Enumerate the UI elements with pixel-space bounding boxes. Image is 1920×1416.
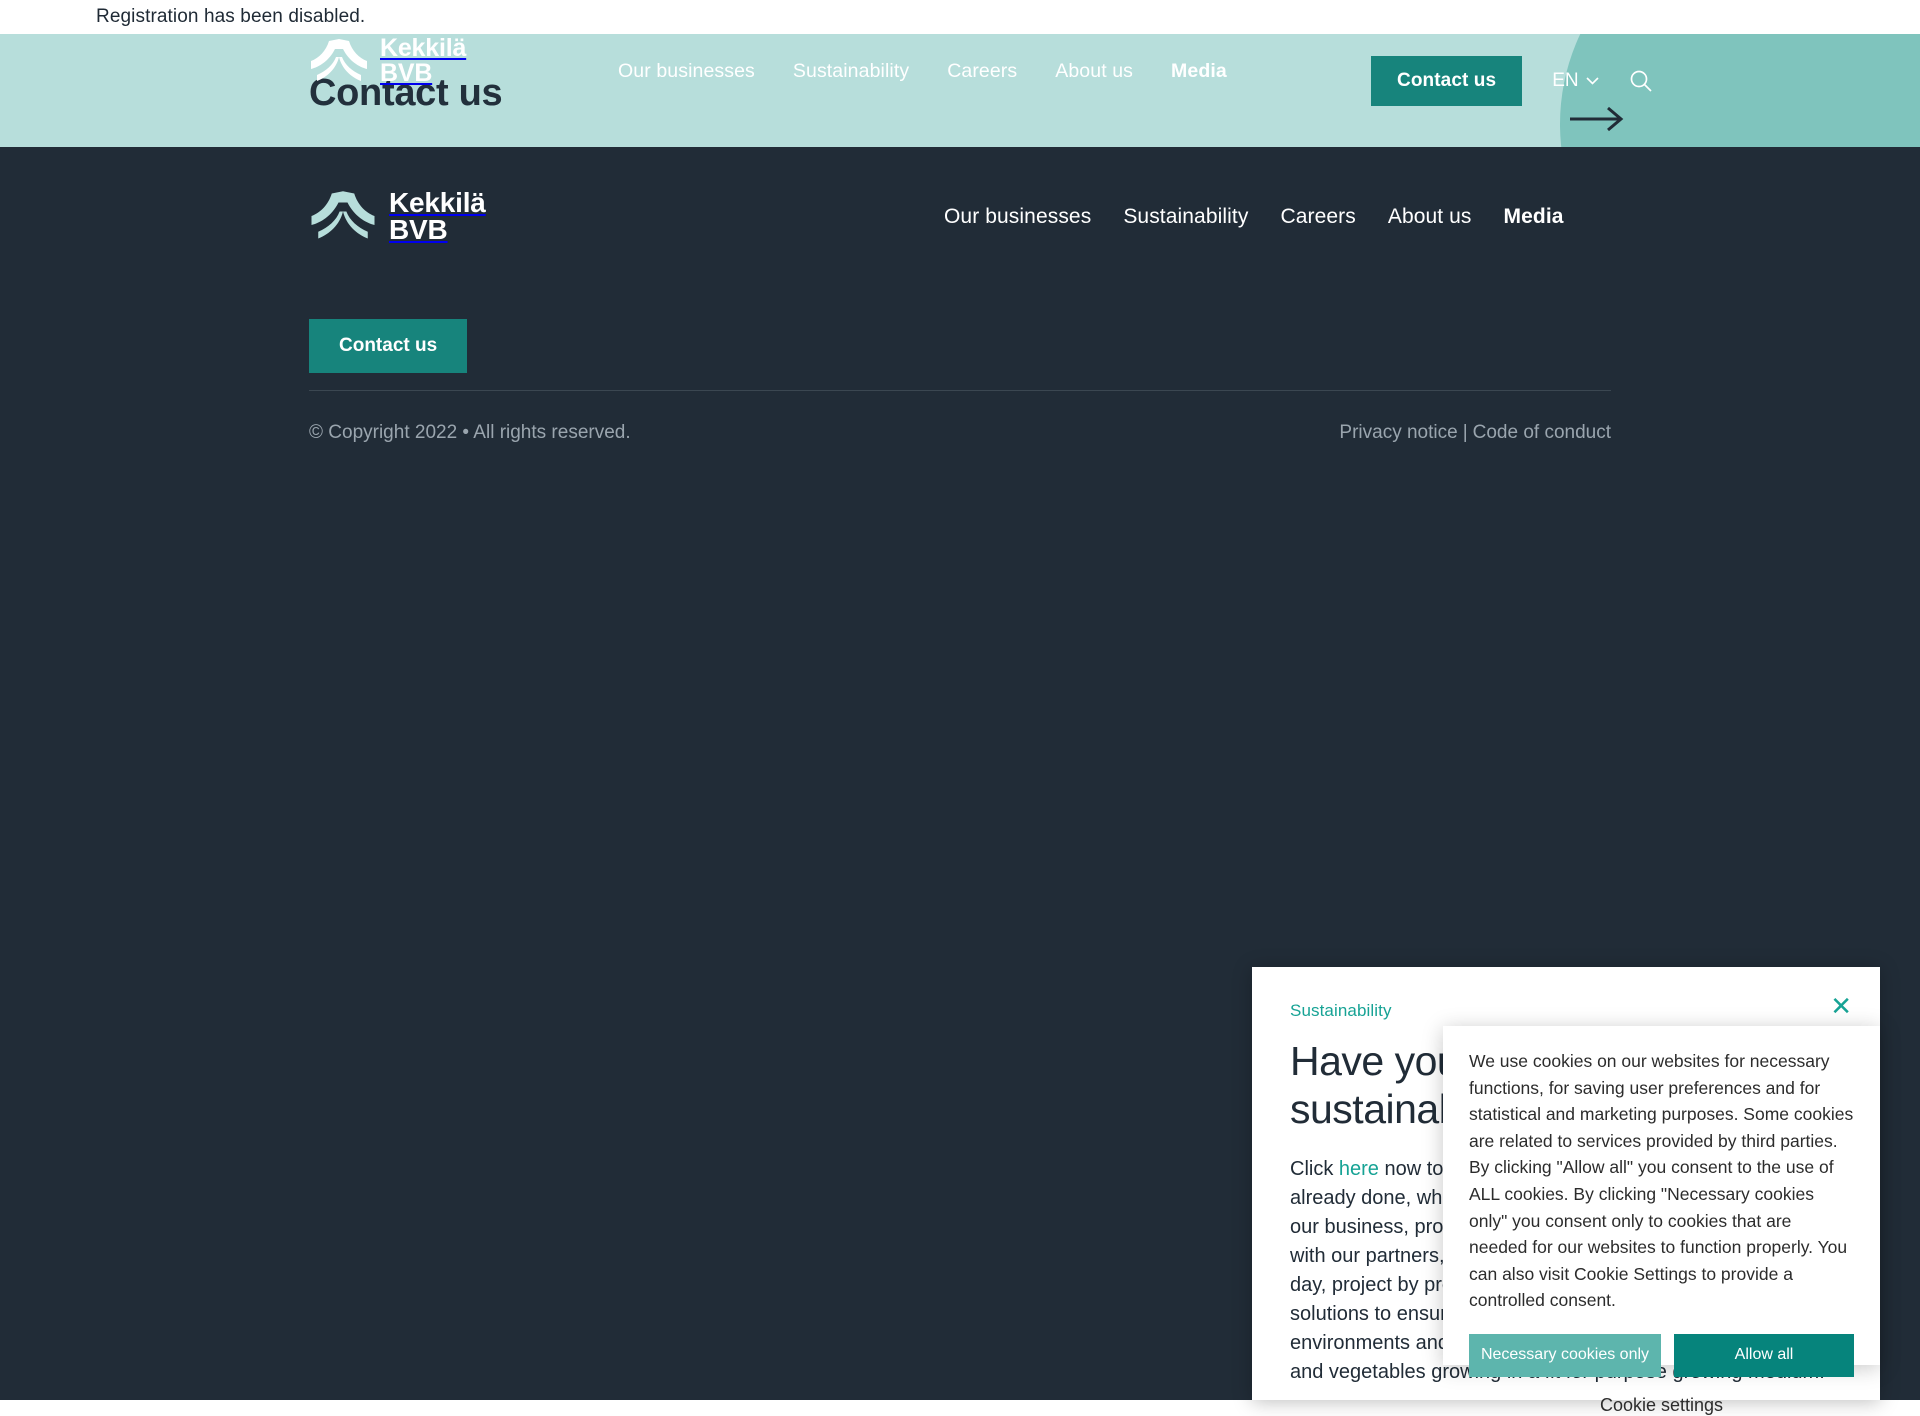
search-button[interactable] bbox=[1629, 69, 1653, 93]
language-selector-label: EN bbox=[1552, 70, 1579, 91]
close-icon[interactable]: ✕ bbox=[1830, 993, 1852, 1019]
language-selector[interactable]: EN bbox=[1552, 70, 1599, 92]
brand-name-line1: Kekkilä bbox=[380, 34, 467, 62]
footer-legal-links: Privacy notice | Code of conduct bbox=[1339, 422, 1611, 444]
footer-divider bbox=[309, 390, 1611, 391]
footer-brand-name-line2: BVB bbox=[389, 214, 448, 246]
header-logo[interactable]: Kekkilä BVB bbox=[309, 36, 466, 85]
brand-name-line2: BVB bbox=[380, 58, 433, 87]
cookie-settings-link[interactable]: Cookie settings bbox=[1469, 1395, 1854, 1416]
footer-brand-name-line1: Kekkilä bbox=[389, 187, 486, 218]
necessary-cookies-only-button[interactable]: Necessary cookies only bbox=[1469, 1333, 1661, 1377]
kekkila-arch-logo-icon bbox=[311, 38, 367, 81]
nav-item-media[interactable]: Media bbox=[1171, 60, 1227, 83]
cookie-consent-dialog: We use cookies on our websites for neces… bbox=[1443, 1026, 1880, 1415]
search-icon bbox=[1630, 70, 1652, 92]
privacy-notice-link[interactable]: Privacy notice bbox=[1339, 422, 1457, 443]
copyright-text: © Copyright 2022 • All rights reserved. bbox=[309, 422, 631, 443]
legal-separator: | bbox=[1462, 422, 1468, 443]
footer-nav-item-sustainability[interactable]: Sustainability bbox=[1123, 205, 1248, 229]
nav-item-about-us[interactable]: About us bbox=[1055, 60, 1133, 83]
footer-nav-item-careers[interactable]: Careers bbox=[1280, 205, 1355, 229]
footer-nav-item-about-us[interactable]: About us bbox=[1388, 205, 1472, 229]
registration-notice-bar: Registration has been disabled. bbox=[0, 0, 1920, 34]
header-contact-us-button[interactable]: Contact us bbox=[1371, 56, 1523, 106]
promo-category-label: Sustainability bbox=[1290, 1001, 1392, 1020]
registration-notice-text: Registration has been disabled. bbox=[96, 6, 366, 27]
code-of-conduct-link[interactable]: Code of conduct bbox=[1473, 422, 1611, 443]
cookie-button-row: Necessary cookies only Allow all bbox=[1469, 1333, 1854, 1377]
nav-item-careers[interactable]: Careers bbox=[947, 60, 1017, 83]
footer-nav-item-media[interactable]: Media bbox=[1504, 205, 1564, 229]
top-nav-actions: Contact us EN bbox=[1371, 56, 1653, 106]
footer-logo[interactable]: Kekkilä BVB bbox=[309, 187, 486, 246]
top-navigation-bar: Kekkilä BVB Our businesses Sustainabilit… bbox=[0, 34, 1920, 114]
promo-body-prefix: Click bbox=[1290, 1158, 1339, 1181]
nav-item-our-businesses[interactable]: Our businesses bbox=[618, 60, 755, 83]
promo-here-link[interactable]: here bbox=[1339, 1158, 1379, 1180]
footer-contact-us-button[interactable]: Contact us bbox=[309, 319, 468, 373]
footer-nav-item-our-businesses[interactable]: Our businesses bbox=[944, 205, 1091, 229]
allow-all-cookies-button[interactable]: Allow all bbox=[1674, 1333, 1854, 1377]
kekkila-arch-logo-icon bbox=[311, 191, 375, 239]
chevron-down-icon bbox=[1586, 77, 1599, 85]
footer-nav: Our businesses Sustainability Careers Ab… bbox=[944, 205, 1564, 229]
cookie-consent-text: We use cookies on our websites for neces… bbox=[1469, 1051, 1854, 1311]
primary-nav: Our businesses Sustainability Careers Ab… bbox=[618, 60, 1227, 83]
nav-item-sustainability[interactable]: Sustainability bbox=[793, 60, 909, 83]
